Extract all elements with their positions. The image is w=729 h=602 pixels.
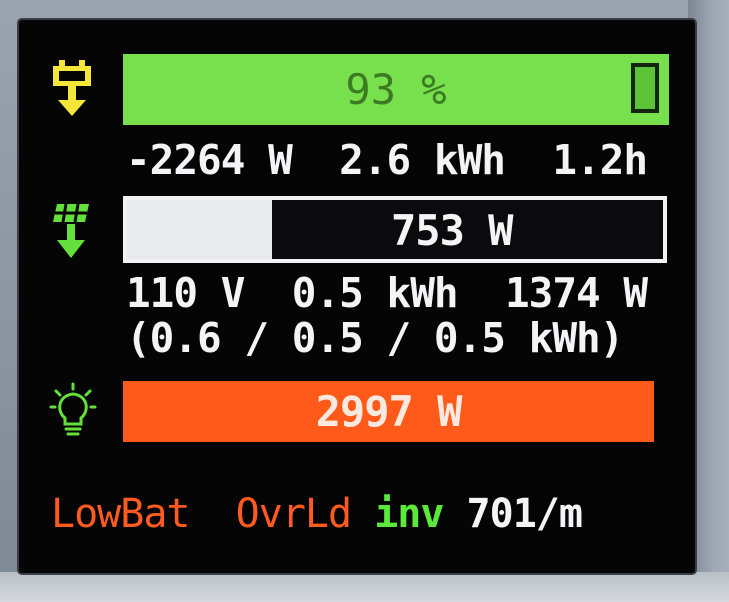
solar-power: 753 W [391,206,513,255]
solar-power-bar: 753 W [123,196,667,263]
solar-stats: 110 V 0.5 kWh 1374 W [126,269,648,317]
battery-down-arrow-icon [53,60,91,116]
update-rate: 701/m [466,491,583,537]
battery-level-bar: 93 % [123,54,669,125]
battery-stats: -2264 W 2.6 kWh 1.2h [126,136,648,184]
load-power-bar: 2997 W [123,381,654,442]
overload-warning: OvrLd [235,491,352,537]
lcd-screen: 93 % -2264 W 2.6 kWh 1.2h 753 W 110 V 0.… [19,20,695,573]
light-bulb-icon [49,382,97,436]
solar-panel-down-arrow-icon [53,203,89,258]
status-line: LowBat OvrLd inv 701/m [51,491,583,537]
low-battery-warning: LowBat [51,491,190,537]
battery-percent: 93 % [345,65,447,114]
solar-power-fill [127,200,272,259]
load-power: 2997 W [315,387,463,436]
device-housing-bottom [0,572,729,602]
solar-daily-energy: (0.6 / 0.5 / 0.5 kWh) [126,314,624,362]
inverter-status: inv [374,491,444,537]
